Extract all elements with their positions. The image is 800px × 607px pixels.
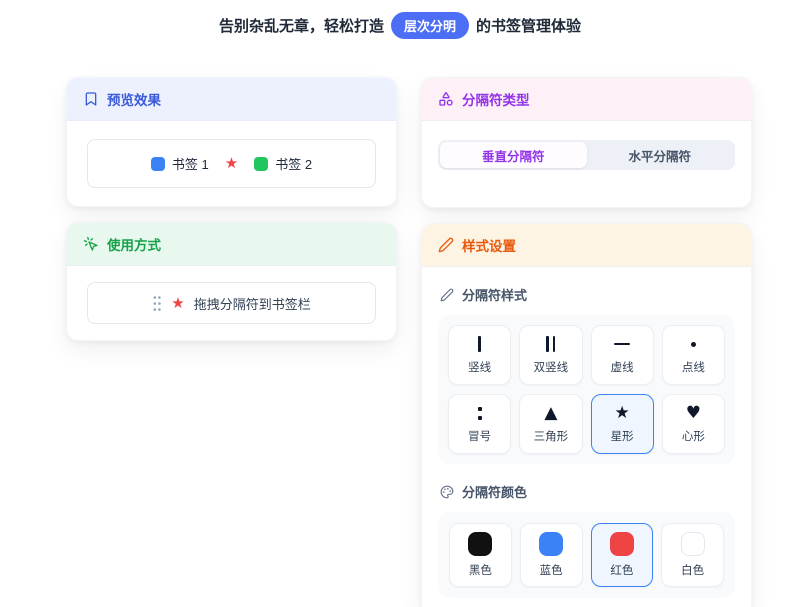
tab-vertical-separator[interactable]: 垂直分隔符 [440, 142, 587, 168]
color-option-red[interactable]: 红色 [591, 523, 654, 587]
separator-type-header: 分隔符类型 [422, 78, 751, 121]
style-option-triangle[interactable]: ▲ 三角形 [519, 394, 582, 454]
white-swatch [681, 532, 705, 556]
blue-swatch [539, 532, 563, 556]
pen-icon [440, 288, 454, 302]
color-option-blue[interactable]: 蓝色 [520, 523, 583, 587]
usage-card-title: 使用方式 [107, 234, 161, 254]
grip-dots-icon[interactable] [152, 295, 162, 312]
double-vertical-line-icon [546, 335, 555, 353]
style-option-dot[interactable]: 点线 [662, 325, 725, 385]
bookmark-item-1: 书签 1 [151, 154, 209, 173]
separator-color-title: 分隔符颜色 [462, 482, 527, 501]
style-option-star[interactable]: ★ 星形 [591, 394, 654, 454]
usage-card: 使用方式 ★ 拖拽分隔符到书签栏 [66, 222, 397, 341]
style-settings-header: 样式设置 [422, 224, 751, 267]
usage-card-body: ★ 拖拽分隔符到书签栏 [67, 266, 396, 340]
paintbrush-icon [438, 237, 454, 253]
dot-icon [691, 335, 696, 353]
right-column: 分隔符类型 垂直分隔符 水平分隔符 样式设置 分隔符样式 [421, 77, 752, 607]
bookmark-1-label: 书签 1 [172, 154, 209, 173]
style-settings-body: 分隔符样式 竖线 双竖线 虚线 [422, 267, 751, 607]
star-shape-icon: ★ [615, 404, 630, 422]
heart-icon: ♥ [686, 404, 701, 422]
shapes-icon [438, 91, 454, 107]
color-option-black[interactable]: 黑色 [449, 523, 512, 587]
style-option-heart[interactable]: ♥ 心形 [662, 394, 725, 454]
separator-style-title: 分隔符样式 [462, 285, 527, 304]
vertical-line-icon [478, 335, 481, 353]
separator-style-section-label: 分隔符样式 [440, 285, 735, 304]
style-option-double-vertical-line[interactable]: 双竖线 [519, 325, 582, 385]
color-option-white[interactable]: 白色 [661, 523, 724, 587]
main-content: 预览效果 书签 1 ★ 书签 2 [66, 77, 752, 607]
preview-card-body: 书签 1 ★ 书签 2 [67, 121, 396, 206]
style-option-vertical-line[interactable]: 竖线 [448, 325, 511, 385]
palette-icon [440, 485, 454, 499]
drag-demo-item[interactable]: ★ 拖拽分隔符到书签栏 [87, 282, 376, 324]
hero-suffix: 的书签管理体验 [476, 15, 581, 36]
separator-color-grid: 黑色 蓝色 红色 白色 [438, 512, 735, 598]
style-option-colon[interactable]: 冒号 [448, 394, 511, 454]
preview-card-header: 预览效果 [67, 78, 396, 121]
drag-star-icon: ★ [171, 296, 184, 311]
separator-style-grid: 竖线 双竖线 虚线 点线 [438, 315, 735, 464]
dash-icon [614, 335, 630, 353]
preview-card-title: 预览效果 [107, 89, 161, 109]
hero-tagline: 告别杂乱无章，轻松打造 层次分明 的书签管理体验 [0, 12, 800, 39]
hero-prefix: 告别杂乱无章，轻松打造 [219, 15, 384, 36]
bookmark-icon [83, 91, 99, 107]
separator-type-body: 垂直分隔符 水平分隔符 [422, 121, 751, 207]
bookmark-item-2: 书签 2 [254, 154, 312, 173]
style-settings-card: 样式设置 分隔符样式 竖线 双竖线 [421, 223, 752, 607]
preview-card: 预览效果 书签 1 ★ 书签 2 [66, 77, 397, 207]
separator-type-card: 分隔符类型 垂直分隔符 水平分隔符 [421, 77, 752, 208]
bookmark-2-label: 书签 2 [275, 154, 312, 173]
left-column: 预览效果 书签 1 ★ 书签 2 [66, 77, 397, 341]
style-option-dash[interactable]: 虚线 [591, 325, 654, 385]
black-swatch [468, 532, 492, 556]
bookmark-1-favicon [151, 157, 165, 171]
hero-badge: 层次分明 [391, 12, 469, 39]
style-settings-title: 样式设置 [462, 235, 516, 255]
red-swatch [610, 532, 634, 556]
bookmark-2-favicon [254, 157, 268, 171]
cursor-click-icon [83, 236, 99, 252]
separator-color-section-label: 分隔符颜色 [440, 482, 735, 501]
separator-star-icon: ★ [225, 156, 238, 171]
separator-type-toggle: 垂直分隔符 水平分隔符 [438, 140, 735, 170]
usage-card-header: 使用方式 [67, 223, 396, 266]
separator-type-title: 分隔符类型 [462, 89, 530, 109]
tab-horizontal-separator[interactable]: 水平分隔符 [587, 142, 734, 168]
drag-hint-text: 拖拽分隔符到书签栏 [194, 294, 311, 313]
bookmark-bar-preview: 书签 1 ★ 书签 2 [87, 139, 376, 188]
triangle-icon: ▲ [544, 404, 557, 422]
colon-icon [478, 404, 482, 422]
